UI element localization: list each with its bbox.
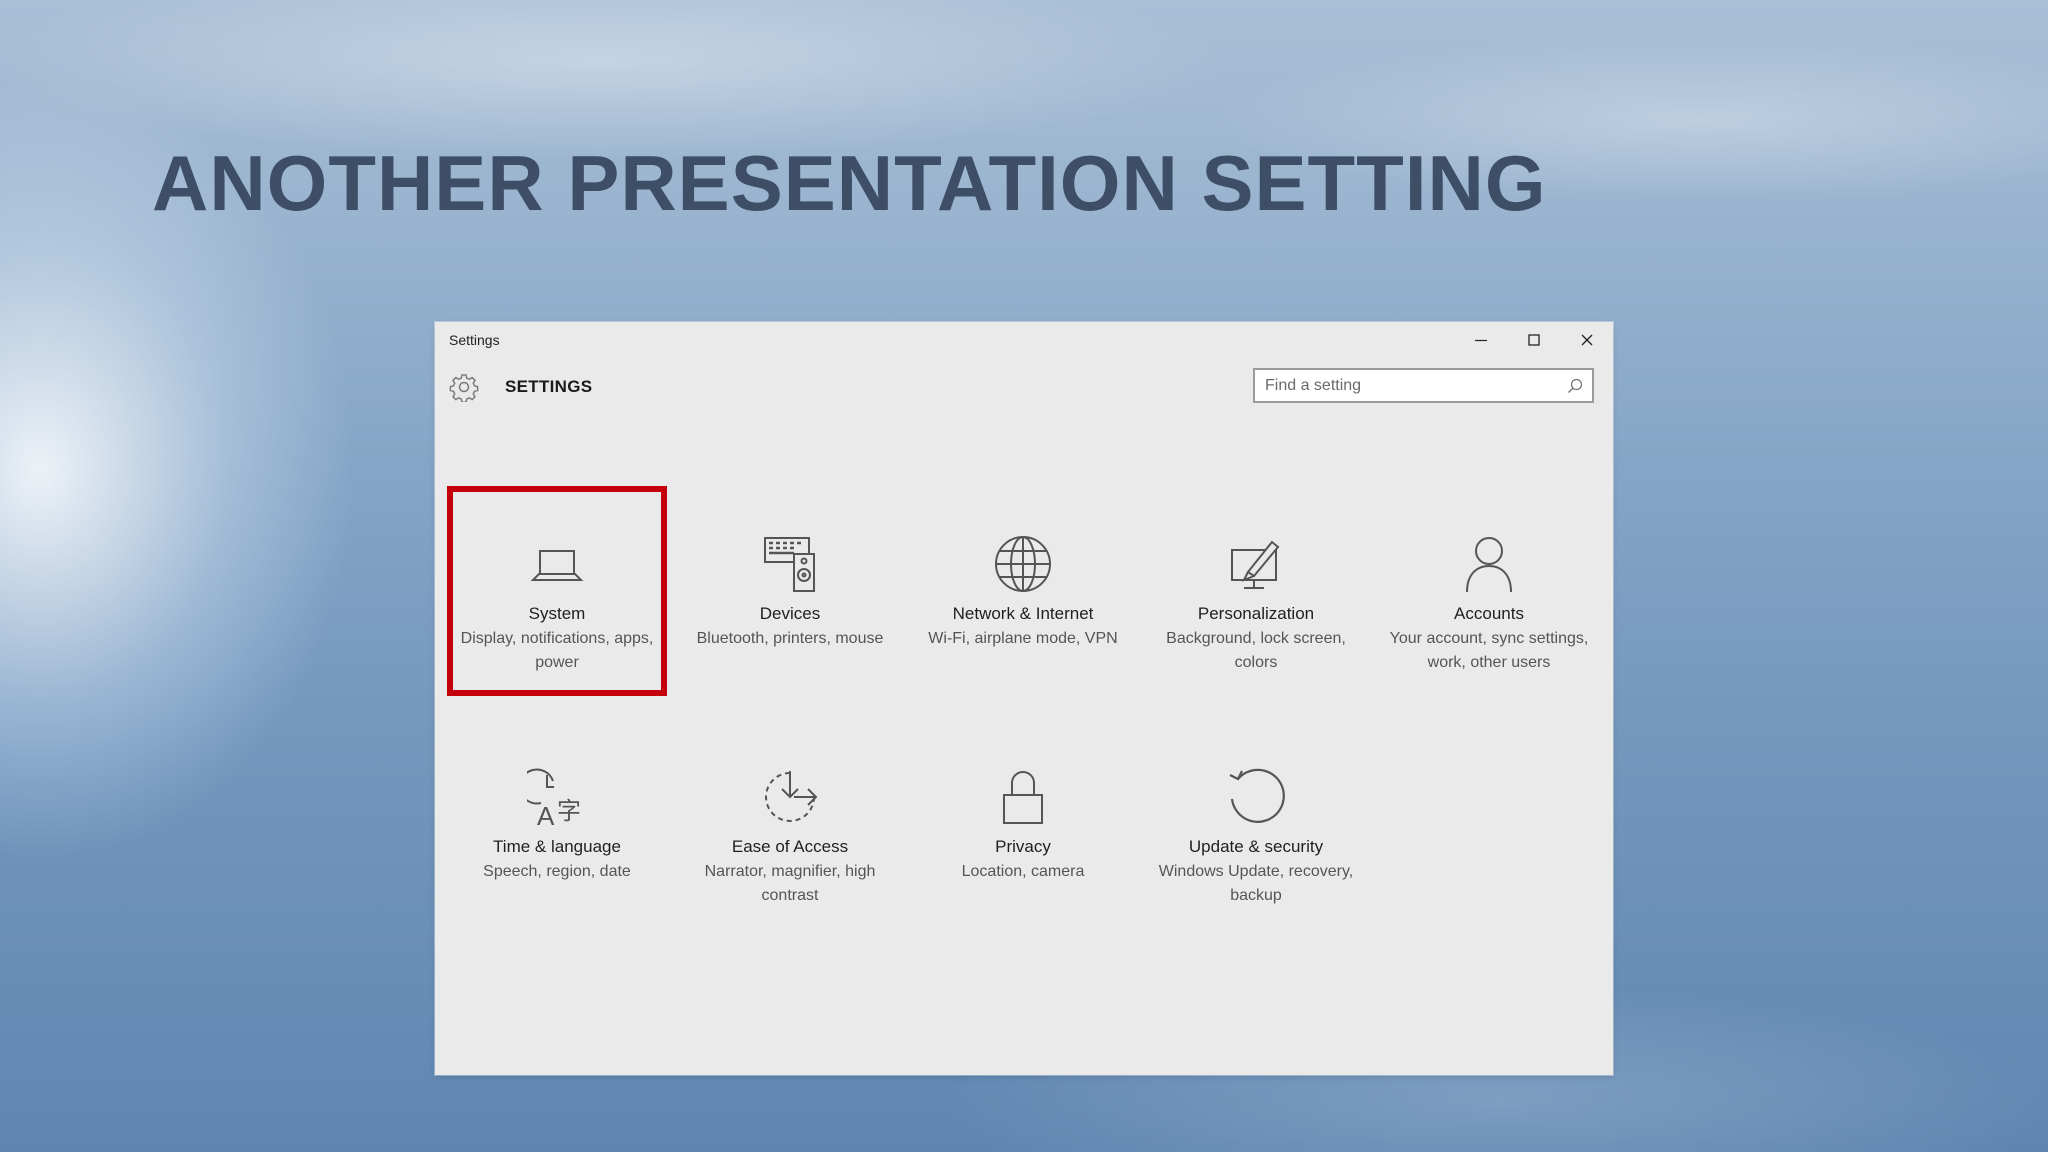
category-network-internet[interactable]: Network & Internet Wi-Fi, airplane mode,… [913,486,1133,696]
globe-icon [995,536,1051,592]
category-description: Speech, region, date [483,863,631,880]
category-name: Time & language [493,837,621,856]
category-name: Ease of Access [731,837,849,856]
svg-text:A: A [537,801,555,827]
minimize-icon [1475,339,1487,342]
category-name: Accounts [1454,604,1524,623]
category-description: Windows Update, recovery, backup [1158,863,1354,904]
category-description: Display, notifications, apps, power [460,630,654,671]
devices-icon [764,537,815,592]
category-system[interactable]: System Display, notifications, apps, pow… [447,486,667,696]
personalization-icon [1231,540,1280,589]
category-update-security[interactable]: Update & security Windows Update, recove… [1146,719,1366,929]
category-name: Network & Internet [952,604,1094,623]
person-icon [1466,537,1512,593]
category-name: Devices [759,604,821,623]
settings-window: Settings SETTINGS Find a setting System … [435,322,1613,1075]
search-box[interactable] [1253,368,1594,403]
category-name: Privacy [995,837,1051,856]
minimize-button[interactable] [1455,322,1507,358]
category-name: Update & security [1188,837,1324,856]
category-description: Narrator, magnifier, high contrast [704,863,876,904]
settings-header: SETTINGS [435,358,1613,418]
ease-of-access-icon [765,771,818,822]
update-icon [1229,768,1285,823]
svg-text:字: 字 [557,797,581,825]
lock-icon [1003,771,1043,824]
title-bar[interactable]: Settings [435,322,1613,358]
settings-heading: SETTINGS [505,377,593,396]
category-personalization[interactable]: Personalization Background, lock screen,… [1146,486,1366,696]
category-description: Background, lock screen, colors [1166,630,1346,671]
search-input[interactable] [1265,370,1555,401]
slide-title: ANOTHER PRESENTATION SETTING [152,139,1547,227]
category-devices[interactable]: Devices Bluetooth, printers, mouse [680,486,900,696]
category-description: Wi-Fi, airplane mode, VPN [928,630,1118,647]
category-time-language[interactable]: A 字 Time & language Speech, region, date [447,719,667,929]
search-icon[interactable] [1566,377,1584,395]
gear-icon [449,374,479,402]
category-description: Location, camera [961,863,1085,880]
time-language-icon: A 字 [527,768,581,827]
category-name: System [528,604,586,623]
window-title: Settings [449,332,500,348]
category-ease-of-access[interactable]: Ease of Access Narrator, magnifier, high… [680,719,900,929]
close-icon [1581,334,1593,346]
close-button[interactable] [1561,322,1613,358]
category-privacy[interactable]: Privacy Location, camera [913,719,1133,929]
category-description: Your account, sync settings, work, other… [1389,630,1589,671]
maximize-button[interactable] [1508,322,1560,358]
category-accounts[interactable]: Accounts Your account, sync settings, wo… [1379,486,1599,696]
category-name: Personalization [1197,604,1315,623]
category-description: Bluetooth, printers, mouse [696,630,884,647]
maximize-icon [1528,334,1540,346]
laptop-icon [530,550,584,581]
